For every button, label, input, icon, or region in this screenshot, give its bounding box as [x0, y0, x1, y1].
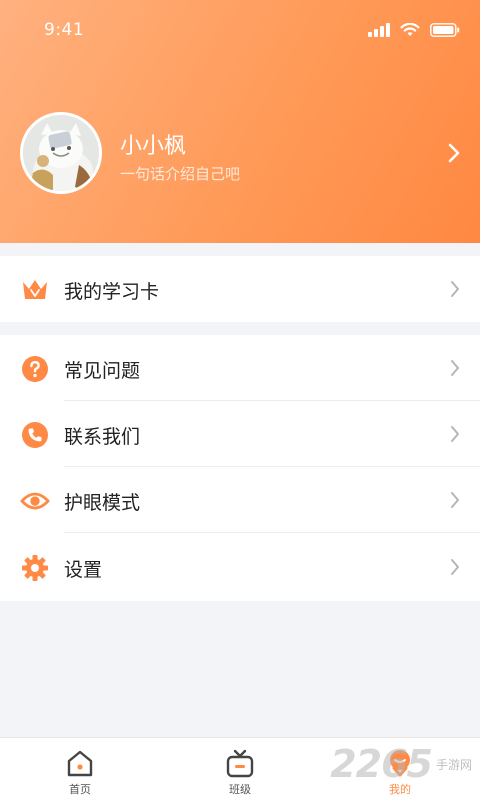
study-card-section: 我的学习卡 [0, 256, 480, 322]
watermark-number: 2265 [330, 742, 433, 786]
chevron-right-icon[interactable] [448, 143, 460, 167]
menu-item-label: 我的学习卡 [64, 281, 160, 303]
menu-item-eye-care[interactable]: 护眼模式 [0, 467, 480, 533]
chevron-right-icon [450, 280, 460, 302]
cat-avatar-icon [23, 115, 99, 191]
menu-item-label: 设置 [64, 559, 103, 581]
menu-item-settings[interactable]: 设置 [0, 534, 480, 600]
question-icon [20, 354, 50, 384]
crown-icon [20, 275, 50, 305]
profile-header: 9:41 小小枫 一句话介绍自己吧 [0, 0, 480, 243]
watermark-text: 手游网 [435, 757, 472, 772]
chevron-right-icon [450, 491, 460, 513]
tab-label: 班级 [229, 783, 251, 796]
tab-home[interactable]: 首页 [0, 738, 160, 800]
menu-item-faq[interactable]: 常见问题 [0, 335, 480, 401]
profile-name: 小小枫 [120, 134, 187, 159]
chevron-right-icon [450, 425, 460, 447]
chevron-right-icon [450, 558, 460, 580]
tab-class[interactable]: 班级 [160, 738, 320, 800]
divider [64, 532, 480, 533]
menu-section: 常见问题 联系我们 护眼模式 设置 [0, 335, 480, 601]
status-time: 9:41 [44, 20, 85, 40]
battery-icon [430, 22, 460, 41]
gear-icon [20, 553, 50, 583]
chevron-right-icon [450, 359, 460, 381]
menu-item-label: 护眼模式 [64, 492, 141, 514]
status-icons [368, 22, 460, 41]
profile-row[interactable]: 小小枫 一句话介绍自己吧 [0, 112, 480, 196]
tab-label: 首页 [69, 783, 91, 796]
tv-icon [224, 748, 256, 780]
signal-icon [368, 22, 390, 41]
menu-item-contact[interactable]: 联系我们 [0, 401, 480, 467]
watermark: 2265 手游网 [330, 742, 472, 786]
eye-icon [20, 486, 50, 516]
menu-item-label: 常见问题 [64, 360, 141, 382]
profile-bio: 一句话介绍自己吧 [120, 165, 241, 183]
phone-icon [20, 420, 50, 450]
wifi-icon [400, 22, 420, 41]
home-icon [64, 748, 96, 780]
menu-item-label: 联系我们 [64, 426, 141, 448]
avatar[interactable] [20, 112, 102, 194]
menu-item-study-card[interactable]: 我的学习卡 [0, 256, 480, 322]
status-bar: 9:41 [0, 0, 480, 60]
